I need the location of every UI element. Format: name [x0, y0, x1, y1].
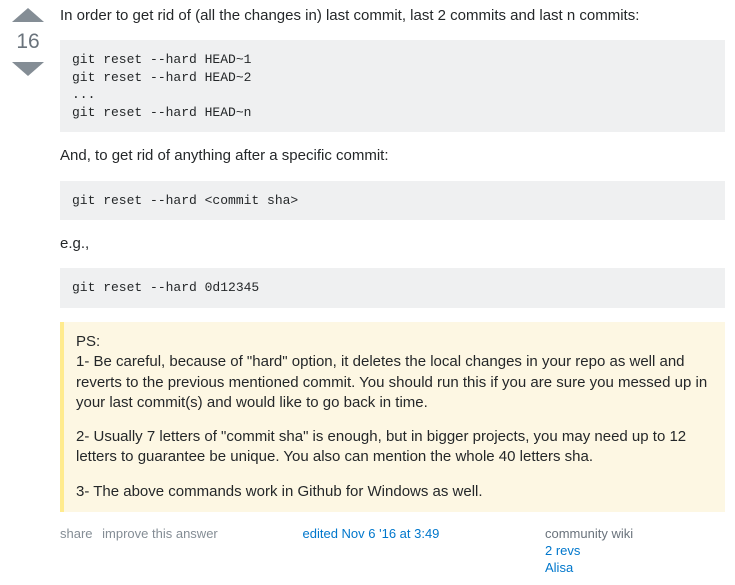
mid-text: And, to get rid of anything after a spec…	[60, 146, 725, 166]
ps-item-3: 3- The above commands work in Github for…	[76, 482, 713, 502]
post-cell: In order to get rid of (all the changes …	[50, 6, 725, 575]
vote-count: 16	[6, 22, 50, 62]
downvote-arrow-icon[interactable]	[12, 62, 44, 76]
ps-heading: PS:	[76, 333, 100, 350]
upvote-arrow-icon[interactable]	[12, 8, 44, 22]
post-menu: share improve this answer edited Nov 6 '…	[60, 526, 725, 575]
improve-link[interactable]: improve this answer	[102, 526, 218, 541]
community-wiki-label: community wiki	[545, 526, 633, 541]
intro-text: In order to get rid of (all the changes …	[60, 6, 725, 26]
ps-item-1: 1- Be careful, because of "hard" option,…	[76, 353, 707, 411]
code-block-commit-sha: git reset --hard <commit sha>	[60, 181, 725, 221]
revisions-link[interactable]: 2 revs	[545, 543, 725, 558]
edited-link[interactable]: edited Nov 6 '16 at 3:49	[303, 526, 440, 541]
code-block-example: git reset --hard 0d12345	[60, 268, 725, 308]
share-link[interactable]: share	[60, 526, 93, 541]
ps-item-2: 2- Usually 7 letters of "commit sha" is …	[76, 427, 713, 468]
author-link[interactable]: Alisa	[545, 560, 725, 575]
vote-cell: 16	[6, 6, 50, 575]
ps-block: PS: 1- Be careful, because of "hard" opt…	[60, 322, 725, 512]
eg-text: e.g.,	[60, 234, 725, 254]
code-block-head-n: git reset --hard HEAD~1 git reset --hard…	[60, 40, 725, 132]
